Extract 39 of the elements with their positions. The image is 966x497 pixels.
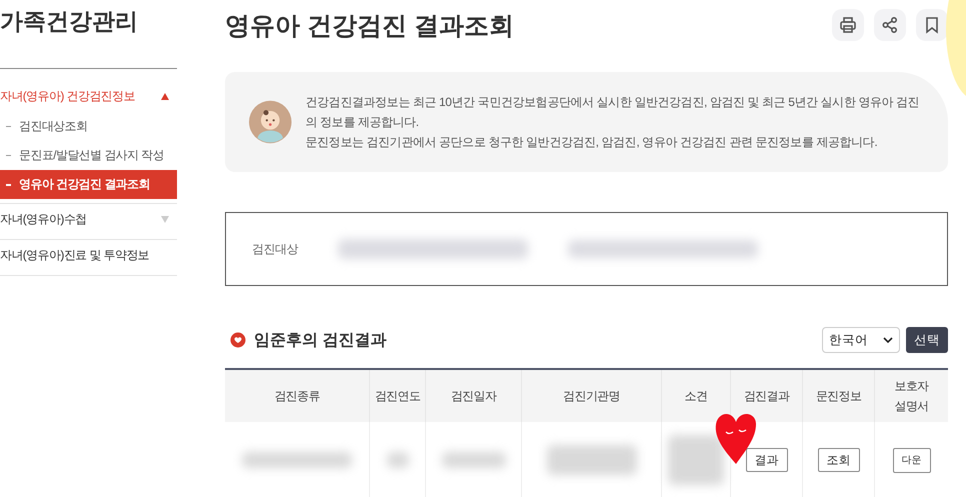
- sidebar-menu-item[interactable]: 자녀(영유아) 건강검진정보: [0, 81, 177, 112]
- expand-triangle-icon: [161, 216, 169, 223]
- collapse-triangle-icon: [161, 93, 169, 100]
- column-header: 소견: [662, 370, 731, 422]
- sidebar-submenu-item[interactable]: 문진표/발달선별 검사지 작성: [0, 141, 177, 170]
- dash-icon: [6, 126, 11, 127]
- column-header: 검진기관명: [522, 370, 662, 422]
- section-bullet-icon: [230, 332, 246, 348]
- column-header: 검진결과: [731, 370, 803, 422]
- info-text: 건강검진결과정보는 최근 10년간 국민건강보험공단에서 실시한 일반건강검진, 암검진 및 최근 5년간 실시한 영유아 검진의 정보를 제공합니다.: [306, 94, 920, 131]
- dash-icon: [6, 184, 11, 186]
- share-button[interactable]: [874, 9, 906, 41]
- print-icon: [839, 16, 857, 34]
- table-action-button[interactable]: 다운: [892, 448, 930, 472]
- column-header: 검진연도: [370, 370, 426, 422]
- chevron-down-icon: [883, 336, 893, 344]
- section-title: 임준후의 검진결과: [254, 330, 386, 350]
- sidebar-menu-item[interactable]: 자녀(영유아)수첩: [0, 204, 177, 235]
- blurred-content: [668, 435, 724, 485]
- bookmark-icon: [924, 16, 940, 34]
- select-button[interactable]: 선택: [906, 327, 948, 353]
- dash-icon: [6, 155, 11, 156]
- sidebar-submenu-item[interactable]: 검진대상조회: [0, 112, 177, 141]
- column-header: 문진정보: [803, 370, 875, 422]
- column-header: 보호자 설명서: [875, 370, 948, 422]
- table-action-button[interactable]: 결과: [746, 448, 788, 472]
- column-header: 검진일자: [426, 370, 522, 422]
- target-label: 검진대상: [252, 240, 298, 258]
- print-button[interactable]: [832, 9, 864, 41]
- table-action-button[interactable]: 조회: [818, 448, 860, 472]
- sidebar-submenu-item[interactable]: 영유아 건강검진 결과조회: [0, 170, 177, 199]
- sidebar-title: 가족건강관리: [0, 6, 177, 69]
- page-title: 영유아 건강검진 결과조회: [225, 10, 515, 42]
- bookmark-button[interactable]: [916, 9, 948, 41]
- language-select[interactable]: 한국어: [822, 327, 900, 353]
- sidebar-menu-item[interactable]: 자녀(영유아)진료 및 투약정보: [0, 240, 177, 271]
- info-text: 문진정보는 검진기관에서 공단으로 청구한 일반건강검진, 암검진, 영유아 건강검진 관련 문진정보를 제공합니다.: [306, 134, 878, 151]
- share-icon: [881, 16, 899, 34]
- column-header: 검진종류: [225, 370, 370, 422]
